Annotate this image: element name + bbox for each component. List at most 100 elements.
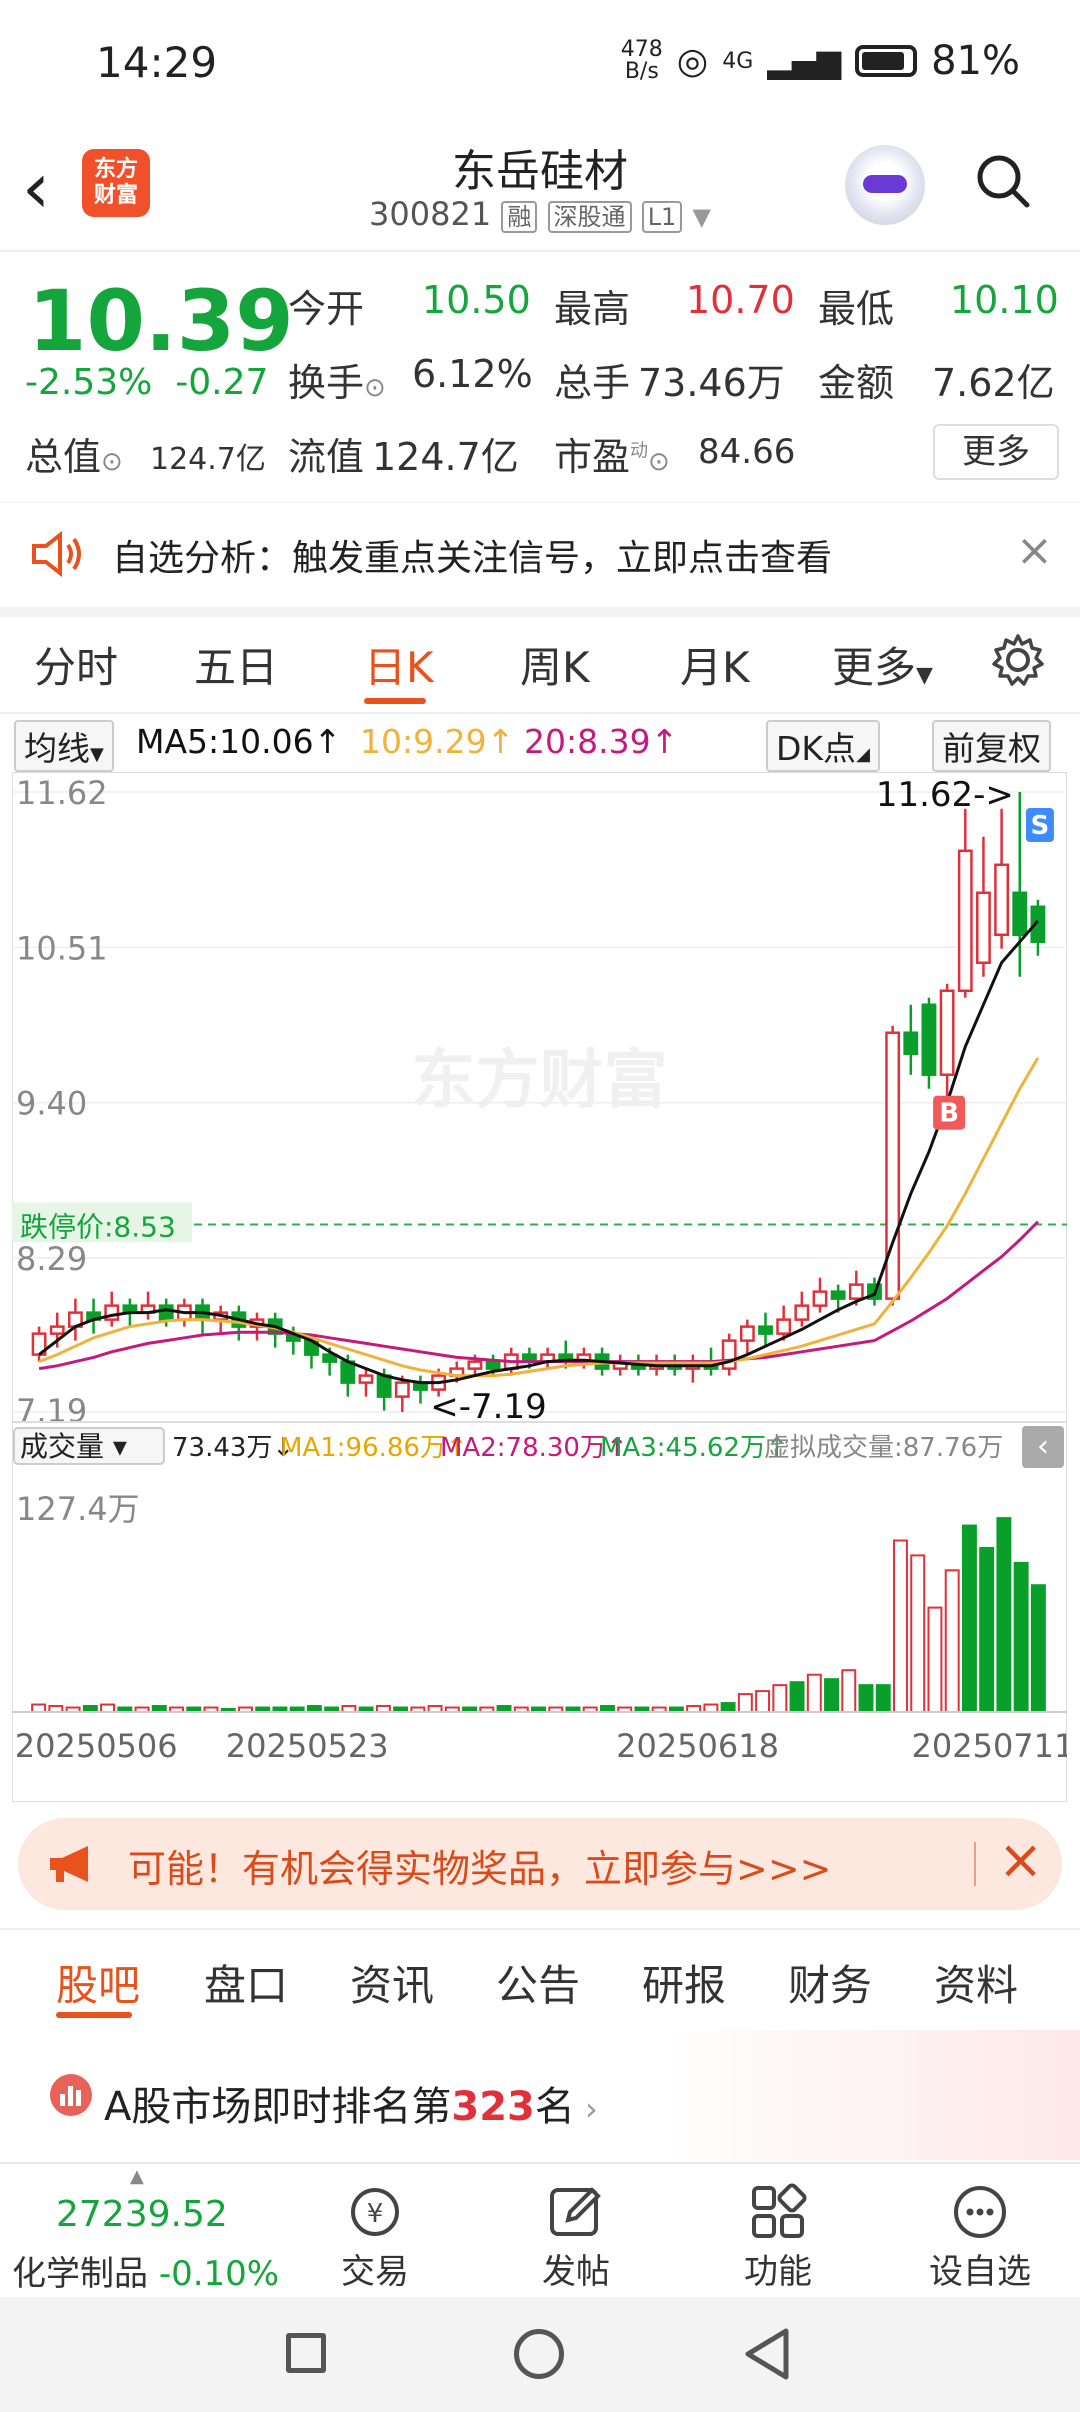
period-tabs: 分时 五日 日K 周K 月K 更多▼ <box>0 612 1080 714</box>
volume-bar <box>979 1546 995 1713</box>
status-right: 478 B/s ◎ 4G ▂▄▆ 81% <box>621 38 1020 84</box>
home-icon[interactable] <box>514 2329 564 2379</box>
dk-point-button[interactable]: DK点◢ <box>766 720 880 772</box>
settings-gear-icon[interactable] <box>990 632 1046 688</box>
tab-intraday[interactable]: 分时 <box>34 634 118 695</box>
tab-profile[interactable]: 资料 <box>934 1952 1018 2013</box>
adjust-button[interactable]: 前复权 <box>932 720 1051 772</box>
back-nav-icon[interactable] <box>742 2327 792 2381</box>
analysis-alert[interactable]: 自选分析：触发重点关注信号，立即点击查看 × <box>0 502 1080 617</box>
nav-trade[interactable]: 交易 <box>305 2244 445 2293</box>
index-name[interactable]: 化学制品 -0.10% <box>12 2246 279 2295</box>
close-icon[interactable]: × <box>1016 525 1053 576</box>
volume-bar <box>720 1702 736 1714</box>
limit-down-label: 跌停价:8.53 <box>20 1210 176 1243</box>
volume-bar <box>100 1703 116 1713</box>
nav-post[interactable]: 发帖 <box>506 2244 646 2293</box>
back-icon[interactable]: ‹ <box>22 153 50 223</box>
k-line-chart[interactable]: 东方财富 11.62 10.51 9.40 8.29 7.19 跌停价:8.53 11.62-… <box>12 772 1067 1802</box>
candle-body <box>903 1031 919 1055</box>
battery-level: 81% <box>931 38 1020 84</box>
net-speed: 478 B/s <box>620 37 663 84</box>
volume-bar <box>961 1524 977 1713</box>
content-tabs: 股吧 盘口 资讯 公告 研报 财务 资料 <box>0 1928 1080 2030</box>
candle-body <box>921 1003 937 1076</box>
date-label: 20250523 <box>226 1727 389 1765</box>
s-marker-text: S <box>1031 811 1050 841</box>
date-label: 20250506 <box>15 1727 178 1765</box>
volume-bar <box>31 1703 47 1713</box>
market-rank[interactable]: A股市场即时排名第323名 › <box>0 2030 1080 2160</box>
system-nav-bar <box>0 2297 1080 2412</box>
info-icon: ⊙ <box>101 447 123 477</box>
tab-research[interactable]: 研报 <box>642 1952 726 2013</box>
candle-body <box>49 1325 65 1335</box>
assistant-robot-icon[interactable] <box>845 145 925 225</box>
candle-body <box>994 863 1010 937</box>
candle-body <box>957 849 973 992</box>
nav-function[interactable]: 功能 <box>708 2244 848 2293</box>
candle-body <box>794 1304 810 1321</box>
tab-announcements[interactable]: 公告 <box>496 1952 580 2013</box>
volume-bar <box>789 1681 805 1713</box>
volume-bar <box>996 1517 1012 1713</box>
tab-guba[interactable]: 股吧 <box>56 1952 140 2013</box>
tab-monthly-k[interactable]: 月K <box>680 634 750 695</box>
active-tab-indicator <box>364 698 426 704</box>
amount-label: 金额 <box>818 361 895 405</box>
tab-five-day[interactable]: 五日 <box>194 634 278 695</box>
status-time: 14:29 <box>96 38 218 87</box>
banner-close-icon[interactable]: × <box>998 1828 1043 1891</box>
volume-bar <box>806 1673 822 1714</box>
banner-divider <box>974 1842 976 1886</box>
alert-text: 自选分析：触发重点关注信号，立即点击查看 <box>112 538 833 579</box>
watchlist-dots-icon <box>954 2186 1006 2238</box>
promo-banner[interactable]: 可能！有机会得实物奖品，立即参与>>> × <box>18 1818 1062 1910</box>
caret-up-icon: ▲ <box>130 2166 144 2187</box>
candle-body <box>158 1304 174 1321</box>
banner-text: 可能！有机会得实物奖品，立即参与>>> <box>128 1847 832 1891</box>
total-value: 124.7亿 <box>150 442 266 477</box>
y-tick-label: 10.51 <box>16 929 108 967</box>
candle-body <box>976 891 991 964</box>
indicator-selector[interactable]: 均线▼ <box>14 720 114 772</box>
amount-value: 7.62亿 <box>932 361 1055 405</box>
more-button[interactable]: 更多 <box>933 424 1059 480</box>
dropdown-icon[interactable]: ▼ <box>693 203 711 231</box>
tab-daily-k[interactable]: 日K <box>364 634 434 695</box>
info-icon: ⊙ <box>364 373 386 403</box>
tag-level: L1 <box>641 201 683 233</box>
rank-chart-icon <box>50 2074 92 2116</box>
nav-add-watch[interactable]: 设自选 <box>910 2244 1050 2293</box>
trade-yen-icon: ¥ <box>351 2188 399 2236</box>
candle-body <box>939 989 955 1076</box>
function-grid-icon <box>752 2183 807 2238</box>
float-value: 124.7亿 <box>372 435 519 479</box>
last-price: 10.39 <box>28 272 294 370</box>
candle-body <box>812 1290 828 1307</box>
recent-apps-icon[interactable] <box>286 2333 326 2373</box>
candle-body <box>358 1374 374 1384</box>
app-logo: 东方 财富 <box>82 149 150 217</box>
tab-news[interactable]: 资讯 <box>350 1952 434 2013</box>
stock-code: 300821 <box>369 195 492 233</box>
tab-weekly-k[interactable]: 周K <box>520 634 590 695</box>
high-value: 10.70 <box>686 278 795 322</box>
status-bar: 14:29 478 B/s ◎ 4G ▂▄▆ 81% <box>0 0 1080 135</box>
volume-bar <box>737 1693 753 1714</box>
megaphone-icon <box>50 1846 88 1882</box>
tab-pankou[interactable]: 盘口 <box>204 1952 288 2013</box>
candle-body <box>739 1325 755 1342</box>
bottom-nav: ▲ 27239.52 化学制品 -0.10% ¥ 交易 发帖 功能 设自选 <box>0 2162 1080 2299</box>
volume-ma3: MA3:45.62万↑ <box>600 1433 788 1463</box>
volume-bar <box>703 1703 719 1713</box>
index-value: 27239.52 <box>56 2194 228 2235</box>
low-label: 最低 <box>818 287 895 331</box>
tab-more[interactable]: 更多▼ <box>832 634 933 695</box>
pe-label: 市盈动⊙ <box>554 435 670 479</box>
volume-value: 73.43万↓ <box>172 1433 294 1463</box>
tab-finance[interactable]: 财务 <box>788 1952 872 2013</box>
y-tick-label: 7.19 <box>16 1392 87 1430</box>
y-tick-label: 11.62 <box>16 774 108 812</box>
search-icon[interactable] <box>975 153 1031 209</box>
